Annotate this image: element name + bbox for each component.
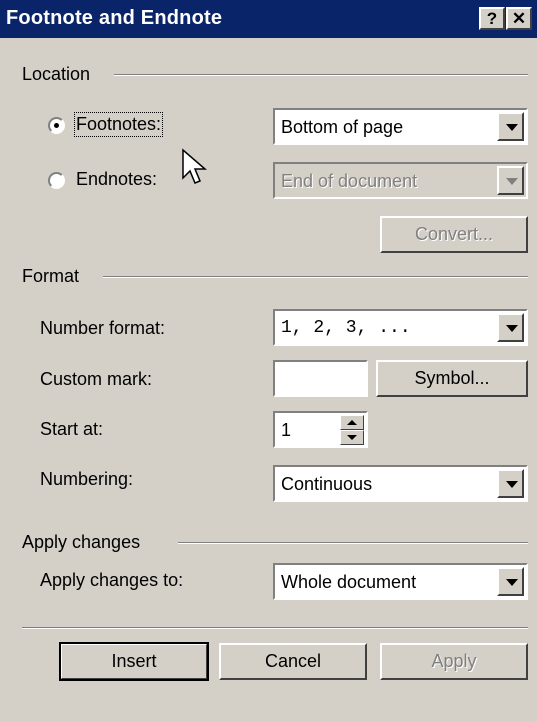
cancel-button[interactable]: Cancel [219, 643, 367, 680]
spin-up-button[interactable] [340, 415, 364, 430]
convert-button-label: Convert... [414, 224, 494, 244]
symbol-button-label: Symbol... [414, 368, 490, 388]
start-at-value: 1 [281, 420, 292, 440]
help-button[interactable]: ? [479, 7, 505, 30]
location-group-label: Location [22, 64, 91, 84]
chevron-down-icon [506, 124, 518, 131]
help-icon: ? [486, 9, 498, 28]
endnote-position-select[interactable]: End of document [273, 162, 528, 199]
convert-button[interactable]: Convert... [380, 216, 528, 253]
close-button[interactable]: ✕ [506, 7, 532, 30]
apply-to-label: Apply changes to: [40, 570, 184, 590]
number-format-select[interactable]: 1, 2, 3, ... [273, 309, 528, 346]
insert-button-label: Insert [111, 651, 157, 671]
custom-mark-input[interactable] [273, 360, 368, 397]
footnotes-radio[interactable] [48, 117, 65, 134]
apply-changes-group-label: Apply changes [22, 532, 141, 552]
custom-mark-label: Custom mark: [40, 369, 153, 389]
apply-changes-group-divider [178, 542, 528, 544]
symbol-button[interactable]: Symbol... [376, 360, 528, 397]
chevron-down-icon [506, 579, 518, 586]
start-at-label: Start at: [40, 419, 104, 439]
format-group-divider [103, 276, 528, 278]
footnote-position-select[interactable]: Bottom of page [273, 108, 528, 145]
chevron-down-icon [506, 481, 518, 488]
dropdown-arrow-button[interactable] [497, 166, 524, 195]
dropdown-arrow-button[interactable] [497, 112, 524, 141]
number-format-label: Number format: [40, 318, 166, 338]
arrow-up-icon [347, 420, 357, 425]
format-group-label: Format [22, 266, 80, 286]
cancel-button-label: Cancel [264, 651, 322, 671]
numbering-value: Continuous [281, 474, 373, 494]
title-bar[interactable]: Footnote and Endnote ? ✕ [0, 0, 537, 38]
endnote-position-value: End of document [281, 171, 418, 191]
footnote-endnote-dialog: Footnote and Endnote ? ✕ Location Footno… [0, 0, 537, 722]
start-at-spinner[interactable]: 1 [273, 411, 368, 448]
arrow-down-icon [347, 435, 357, 440]
dropdown-arrow-button[interactable] [497, 469, 524, 498]
apply-button-label: Apply [431, 651, 477, 671]
apply-to-select[interactable]: Whole document [273, 563, 528, 600]
footer-separator [22, 627, 528, 629]
footnotes-label[interactable]: Footnotes: [73, 112, 164, 137]
dropdown-arrow-button[interactable] [497, 313, 524, 342]
endnotes-label[interactable]: Endnotes: [76, 169, 157, 190]
dropdown-arrow-button[interactable] [497, 567, 524, 596]
chevron-down-icon [506, 325, 518, 332]
number-format-value: 1, 2, 3, ... [281, 318, 411, 338]
footnote-position-value: Bottom of page [281, 117, 404, 137]
chevron-down-icon [506, 178, 518, 185]
window-title: Footnote and Endnote [6, 7, 223, 29]
location-group-divider [114, 74, 528, 76]
numbering-label: Numbering: [40, 469, 134, 489]
apply-button[interactable]: Apply [380, 643, 528, 680]
spin-down-button[interactable] [340, 430, 364, 445]
close-icon: ✕ [511, 9, 527, 28]
numbering-select[interactable]: Continuous [273, 465, 528, 502]
endnotes-radio[interactable] [48, 172, 65, 189]
radio-selected-dot [54, 123, 59, 128]
apply-to-value: Whole document [281, 572, 417, 592]
mouse-cursor-icon [182, 148, 208, 184]
insert-button[interactable]: Insert [59, 642, 209, 681]
